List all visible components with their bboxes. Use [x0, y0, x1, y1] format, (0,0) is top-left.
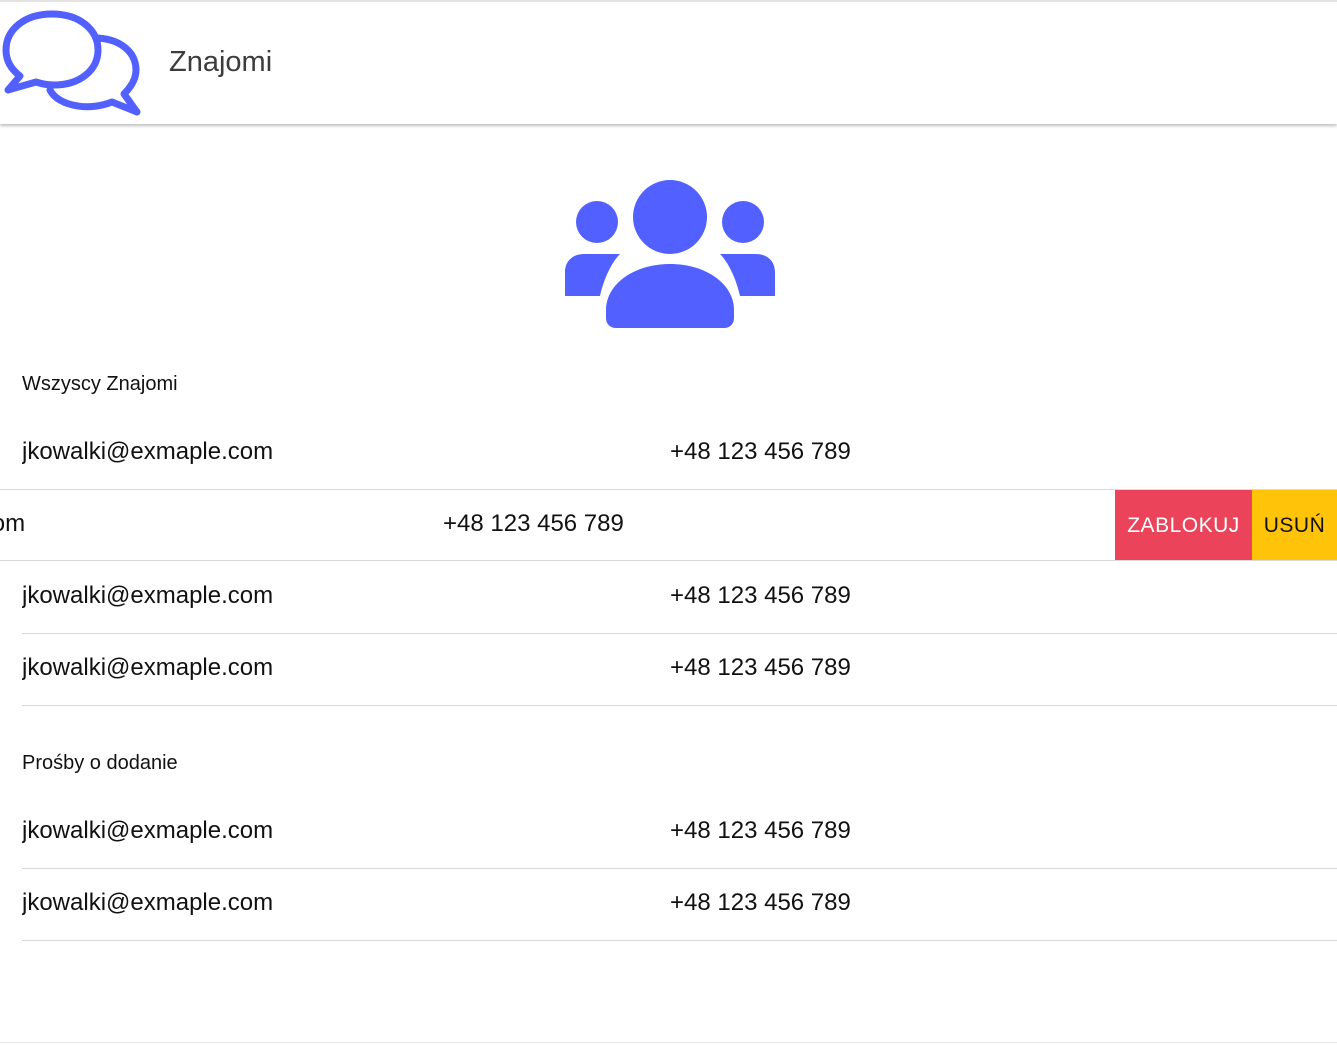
bottom-divider: [0, 1042, 1337, 1043]
requests-section-header: Prośby o dodanie: [22, 752, 178, 774]
friend-email: jkowalki@exmaple.com: [22, 582, 274, 609]
remove-button[interactable]: USUŃ: [1252, 490, 1337, 560]
friend-row[interactable]: jkowalki@exmaple.com +48 123 456 789: [22, 634, 1337, 706]
friend-phone: +48 123 456 789: [670, 582, 851, 609]
header-toolbar: Znajomi: [0, 0, 1337, 124]
request-row[interactable]: jkowalki@exmaple.com +48 123 456 789: [22, 869, 1337, 941]
friends-page: Znajomi Wszyscy Znajomi jkowalki@exmaple…: [0, 0, 1337, 1046]
request-email: jkowalki@exmaple.com: [22, 889, 274, 916]
friend-row[interactable]: jkowalki@exmaple.com +48 123 456 789: [22, 562, 1337, 634]
friend-email: jkowalki@exmaple.com: [22, 438, 274, 465]
friend-phone: +48 123 456 789: [670, 654, 851, 681]
friend-phone: +48 123 456 789: [443, 510, 624, 537]
request-row[interactable]: jkowalki@exmaple.com +48 123 456 789: [22, 797, 1337, 869]
block-button[interactable]: ZABLOKUJ: [1115, 490, 1252, 560]
page-title: Znajomi: [169, 46, 273, 78]
friend-email: jkowalki@exmaple.com: [0, 510, 26, 537]
request-phone: +48 123 456 789: [670, 817, 851, 844]
chat-bubbles-icon: [2, 10, 141, 116]
friend-row-content[interactable]: jkowalki@exmaple.com +48 123 456 789: [0, 490, 1111, 560]
friend-email: jkowalki@exmaple.com: [22, 654, 274, 681]
friend-row[interactable]: jkowalki@exmaple.com +48 123 456 789: [22, 418, 1337, 490]
people-group-icon: [565, 180, 775, 328]
friend-row-swiped[interactable]: jkowalki@exmaple.com +48 123 456 789 ZAB…: [0, 489, 1337, 561]
friend-phone: +48 123 456 789: [670, 438, 851, 465]
friends-section-header: Wszyscy Znajomi: [22, 373, 178, 395]
request-phone: +48 123 456 789: [670, 889, 851, 916]
request-email: jkowalki@exmaple.com: [22, 817, 274, 844]
